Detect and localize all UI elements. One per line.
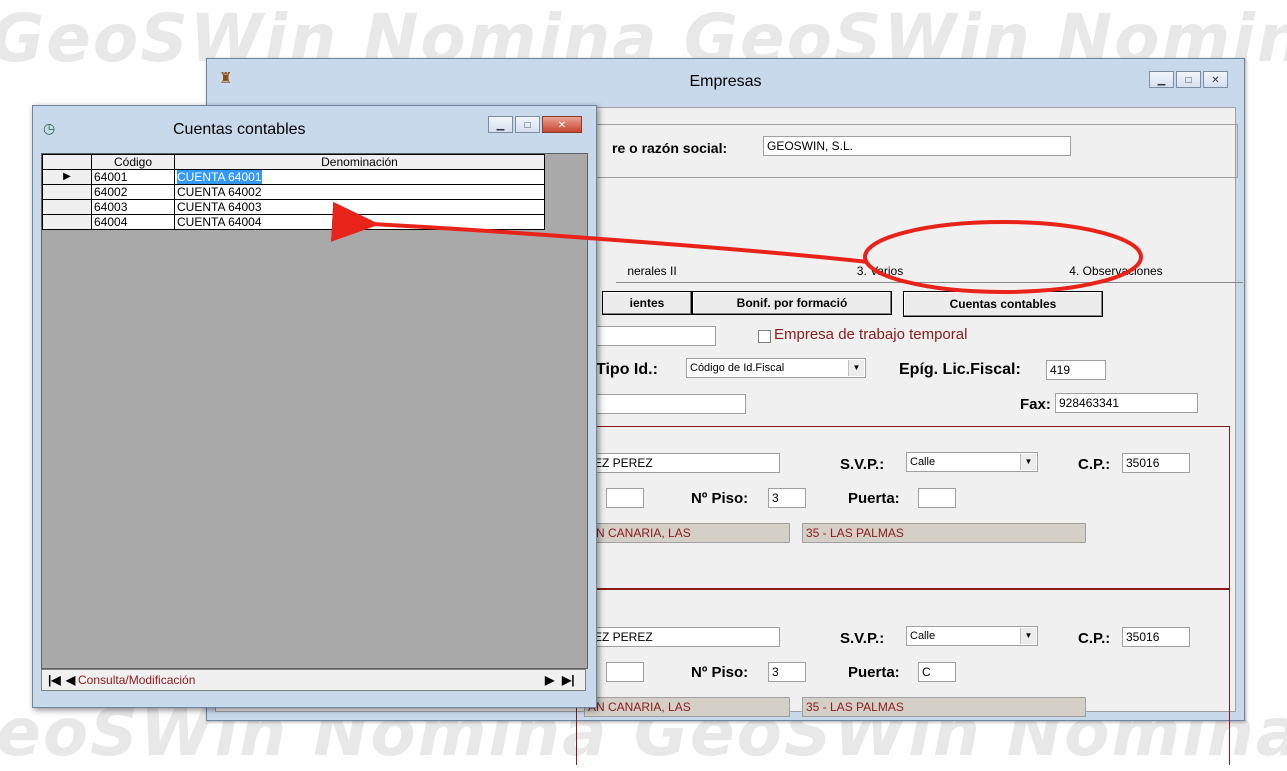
cell-denominacion[interactable]: CUENTA 64003 — [174, 199, 545, 215]
city-field-2: AN CANARIA, LAS — [584, 697, 790, 717]
cell-codigo[interactable]: 64001 — [91, 169, 175, 185]
puerta-label-2: Puerta: — [848, 664, 900, 681]
row-indicator — [42, 214, 92, 230]
province-field-1: 35 - LAS PALMAS — [802, 523, 1086, 543]
puerta-label-1: Puerta: — [848, 490, 900, 507]
maximize-button[interactable]: □ — [515, 116, 540, 133]
epig-input[interactable]: 419 — [1046, 360, 1106, 380]
tipo-id-label: Tipo Id.: — [596, 361, 658, 378]
cuentas-contables-button[interactable]: Cuentas contables — [903, 291, 1103, 317]
fax-label: Fax: — [1020, 396, 1051, 413]
chevron-down-icon[interactable]: ▼ — [1020, 628, 1036, 644]
bonif-formacion-button[interactable]: Bonif. por formació — [692, 291, 892, 315]
cell-denominacion[interactable]: CUENTA 64001 — [174, 169, 545, 185]
cuentas-title: Cuentas contables — [173, 121, 306, 138]
field-blank-1[interactable] — [576, 326, 716, 346]
cell-codigo[interactable]: 64003 — [91, 199, 175, 215]
tab-varios[interactable]: 4. Observaciones — [1026, 258, 1206, 284]
column-header-codigo[interactable]: Código — [91, 154, 175, 170]
street-input-2[interactable]: JEZ PEREZ — [584, 627, 780, 647]
name-label: re o razón social: — [612, 140, 728, 156]
tab-strip-line — [616, 282, 1243, 283]
minimize-button[interactable]: ▁ — [1149, 71, 1174, 88]
tab-varios-3[interactable]: 3. Varios — [780, 258, 980, 284]
column-header-denominacion[interactable]: Denominación — [174, 154, 545, 170]
piso-input-1[interactable]: 3 — [768, 488, 806, 508]
svp-select-1[interactable]: Calle ▼ — [906, 452, 1038, 472]
row-indicator — [42, 199, 92, 215]
close-button[interactable]: ✕ — [542, 116, 582, 133]
pendientes-button[interactable]: ientes — [602, 291, 692, 315]
tab-generales-ii[interactable]: nerales II — [612, 258, 692, 284]
field-blank-2[interactable] — [576, 394, 746, 414]
piso-label-2: Nº Piso: — [691, 664, 749, 681]
table-row[interactable]: ▶ 64001 CUENTA 64001 — [42, 169, 545, 185]
cp-input-1[interactable]: 35016 — [1122, 453, 1190, 473]
first-record-icon[interactable]: |◀ — [48, 673, 61, 687]
address-frame-2 — [576, 588, 1230, 765]
row-indicator — [42, 184, 92, 200]
next-record-icon[interactable]: ▶ — [545, 673, 554, 687]
empresas-title: Empresas — [689, 73, 762, 90]
temp-work-checkbox[interactable] — [758, 330, 771, 343]
table-row[interactable]: 64002 CUENTA 64002 — [42, 184, 545, 200]
cp-label-1: C.P.: — [1078, 456, 1111, 473]
puerta-input-2[interactable]: C — [918, 662, 956, 682]
accounts-table: Código Denominación ▶ 64001 CUENTA 64001… — [42, 154, 545, 230]
current-row-icon: ▶ — [42, 169, 92, 185]
piso-label-1: Nº Piso: — [691, 490, 749, 507]
clock-icon: ◷ — [43, 120, 56, 136]
cuentas-contables-window: ◷ Cuentas contables ▁ □ ✕ Código Denomin… — [32, 105, 597, 708]
svp-label-2: S.V.P.: — [840, 630, 885, 647]
status-text: Consulta/Modificación — [78, 673, 196, 687]
chevron-down-icon[interactable]: ▼ — [848, 360, 864, 376]
close-button[interactable]: ✕ — [1203, 71, 1228, 88]
cp-label-2: C.P.: — [1078, 630, 1111, 647]
cell-codigo[interactable]: 64002 — [91, 184, 175, 200]
field-blank-3[interactable] — [606, 488, 644, 508]
chevron-down-icon[interactable]: ▼ — [1020, 454, 1036, 470]
cell-denominacion[interactable]: CUENTA 64004 — [174, 214, 545, 230]
name-input[interactable]: GEOSWIN, S.L. — [763, 136, 1071, 156]
empresas-titlebar: ♜ Empresas ▁ □ ✕ — [207, 59, 1244, 107]
maximize-button[interactable]: □ — [1176, 71, 1201, 88]
svp-label-1: S.V.P.: — [840, 456, 885, 473]
accounts-grid: Código Denominación ▶ 64001 CUENTA 64001… — [41, 153, 588, 669]
address-frame-1 — [576, 426, 1230, 590]
puerta-input-1[interactable] — [918, 488, 956, 508]
cell-codigo[interactable]: 64004 — [91, 214, 175, 230]
last-record-icon[interactable]: ▶| — [562, 673, 575, 687]
row-indicator-header — [42, 154, 92, 170]
piso-input-2[interactable]: 3 — [768, 662, 806, 682]
svp-select-2[interactable]: Calle ▼ — [906, 626, 1038, 646]
minimize-button[interactable]: ▁ — [488, 116, 513, 133]
epig-label: Epíg. Lic.Fiscal: — [899, 361, 1021, 378]
cell-denominacion[interactable]: CUENTA 64002 — [174, 184, 545, 200]
fax-input[interactable]: 928463341 — [1055, 393, 1198, 413]
tipo-id-select[interactable]: Código de Id.Fiscal ▼ — [686, 358, 866, 378]
field-blank-4[interactable] — [606, 662, 644, 682]
temp-work-label: Empresa de trabajo temporal — [774, 326, 968, 343]
prev-record-icon[interactable]: ◀ — [66, 673, 75, 687]
city-field-1: AN CANARIA, LAS — [584, 523, 790, 543]
record-navigator: |◀ ◀ Consulta/Modificación ▶ ▶| — [41, 669, 586, 691]
cp-input-2[interactable]: 35016 — [1122, 627, 1190, 647]
table-row[interactable]: 64003 CUENTA 64003 — [42, 199, 545, 215]
selected-text: CUENTA 64001 — [177, 170, 262, 184]
table-row[interactable]: 64004 CUENTA 64004 — [42, 214, 545, 230]
province-field-2: 35 - LAS PALMAS — [802, 697, 1086, 717]
street-input-1[interactable]: JEZ PEREZ — [584, 453, 780, 473]
